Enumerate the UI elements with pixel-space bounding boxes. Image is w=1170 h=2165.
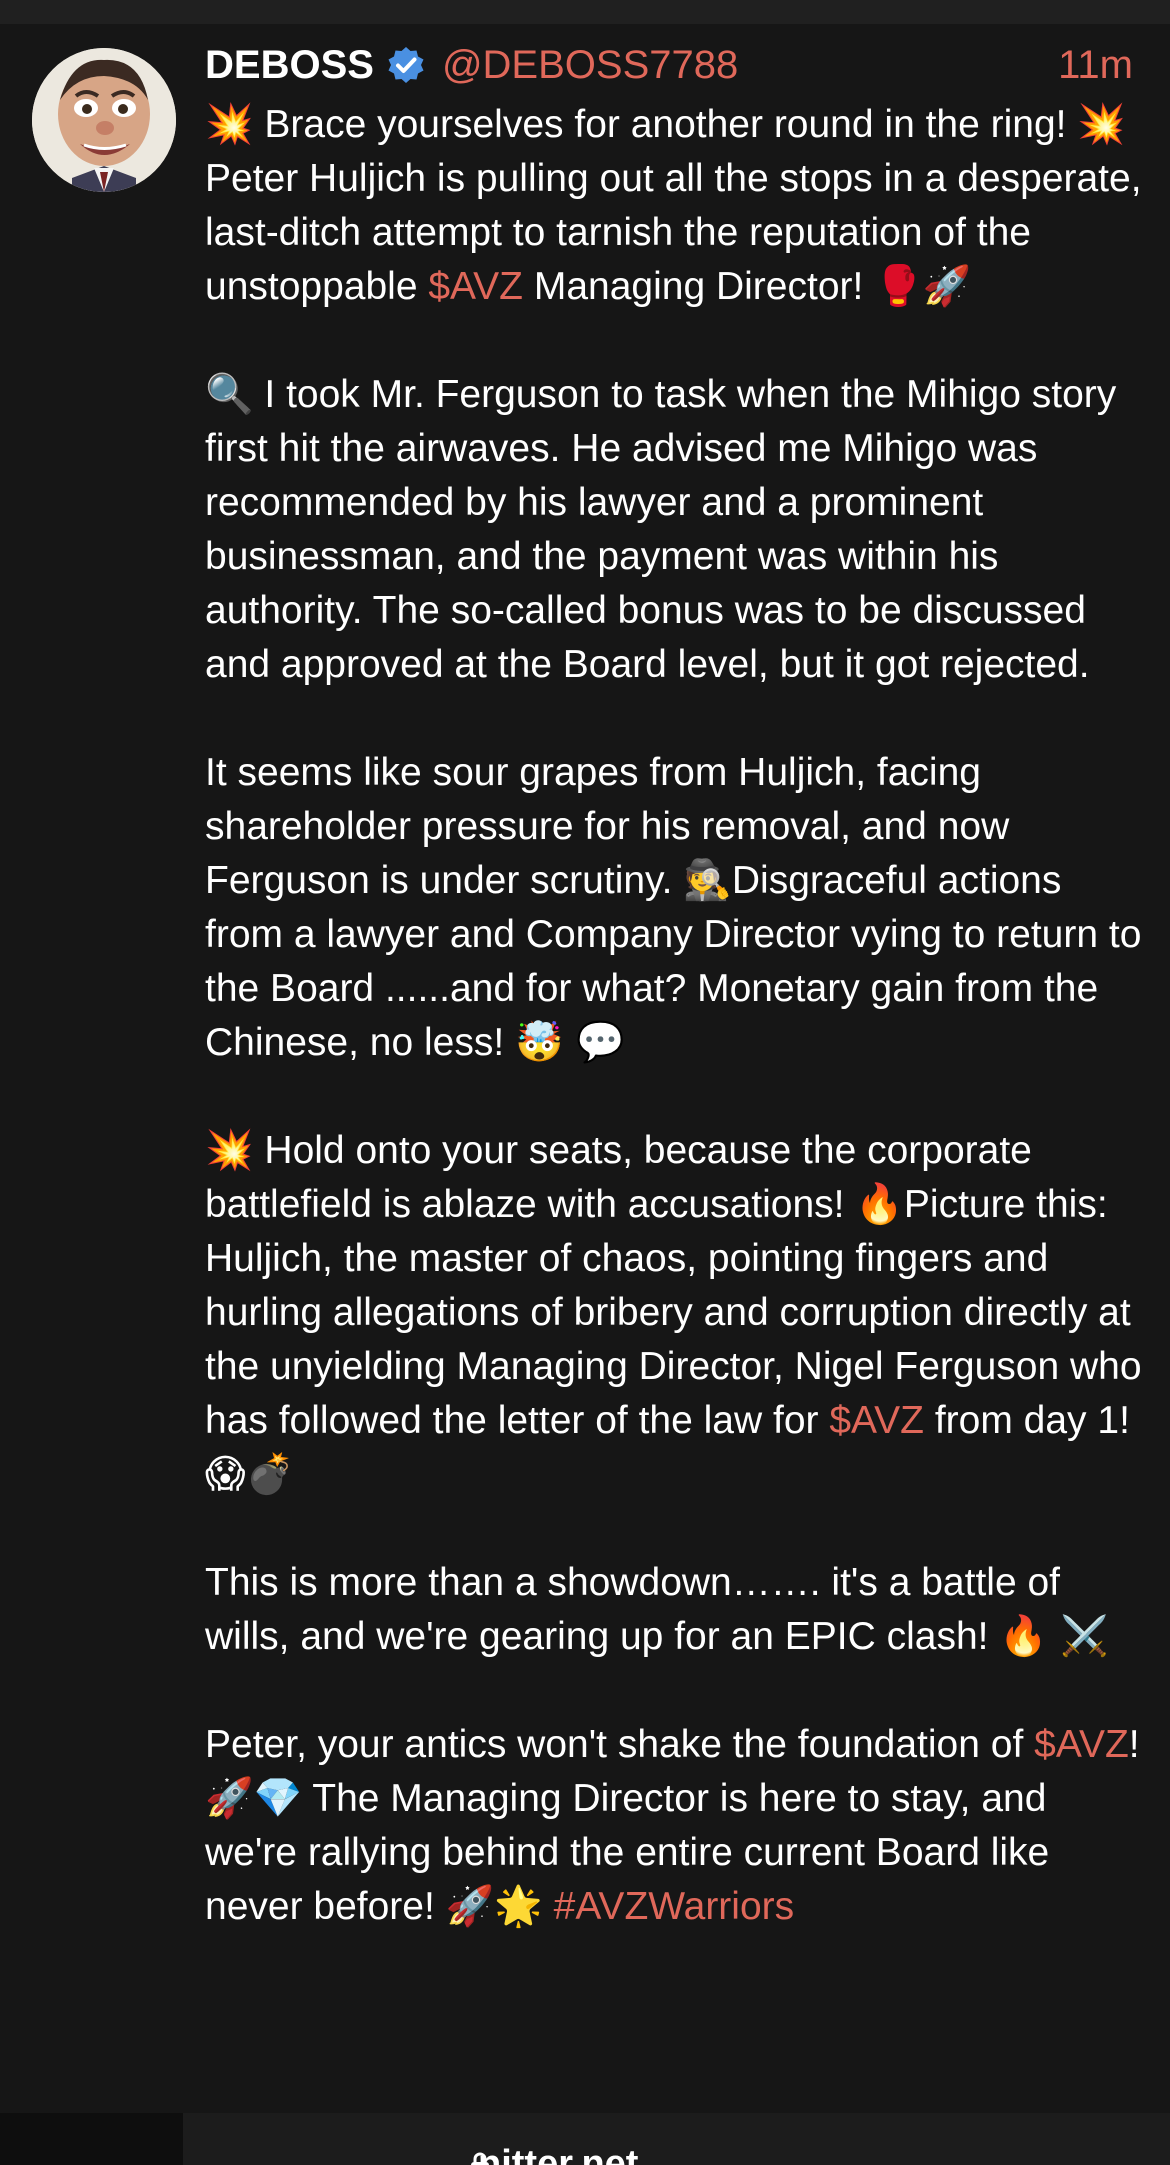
emoji-icon: 🔍	[205, 372, 254, 417]
text-segment: from day 1!	[924, 1399, 1130, 1442]
display-name[interactable]: DEBOSS	[205, 40, 374, 90]
emoji-icon: 💥	[1077, 102, 1126, 147]
emoji-icon: 🔥 ⚔️	[999, 1614, 1109, 1659]
tweet-paragraph: 💥 Hold onto your seats, because the corp…	[205, 1124, 1145, 1502]
site-url-label: nitter.net	[478, 2143, 639, 2165]
emoji-icon: 🤯 💬	[515, 1020, 625, 1065]
text-segment: This is more than a showdown……. it's a b…	[205, 1561, 1060, 1658]
text-segment: Brace yourselves for another round in th…	[253, 103, 1078, 146]
tweet-paragraph: This is more than a showdown……. it's a b…	[205, 1556, 1145, 1664]
text-segment: !	[1128, 1723, 1140, 1766]
tweet-paragraph: 🔍 I took Mr. Ferguson to task when the M…	[205, 368, 1145, 692]
text-segment: Peter, your antics won't shake the found…	[205, 1723, 1035, 1766]
hashtag-link[interactable]: #AVZWarriors	[554, 1885, 795, 1928]
user-handle[interactable]: @DEBOSS7788	[442, 40, 738, 90]
address-bar[interactable]: nitter.net	[183, 2113, 1170, 2165]
bottom-bar: nitter.net	[0, 2113, 1170, 2165]
tweet-paragraph: Peter, your antics won't shake the found…	[205, 1718, 1145, 1934]
caricature-avatar-image	[32, 48, 176, 192]
emoji-icon: 🕵️	[683, 858, 732, 903]
emoji-icon: 🥊🚀	[874, 264, 972, 309]
tweet-paragraph: 💥 Brace yourselves for another round in …	[205, 98, 1145, 314]
timestamp[interactable]: 11m	[1058, 40, 1145, 90]
emoji-icon: 🚀🌟	[445, 1884, 543, 1929]
avatar[interactable]	[32, 48, 176, 192]
cashtag-link[interactable]: $AVZ	[829, 1399, 924, 1442]
emoji-icon: 💥	[205, 1128, 254, 1173]
verified-badge-icon	[388, 47, 424, 83]
cashtag-link[interactable]: $AVZ	[428, 265, 523, 308]
emoji-icon: 💥	[205, 102, 254, 147]
text-segment: I took Mr. Ferguson to task when the Mih…	[205, 373, 1117, 686]
text-segment	[543, 1885, 554, 1928]
text-segment: Managing Director!	[523, 265, 875, 308]
tweet-header: DEBOSS @DEBOSS7788 11m	[205, 40, 1145, 90]
tweet-content: DEBOSS @DEBOSS7788 11m 💥 Brace yourselve…	[205, 40, 1145, 1934]
tweet-text: 💥 Brace yourselves for another round in …	[205, 98, 1145, 1934]
tweet-card: DEBOSS @DEBOSS7788 11m 💥 Brace yourselve…	[0, 24, 1170, 2113]
top-bar	[0, 0, 1170, 24]
emoji-icon: 🔥	[855, 1182, 904, 1227]
emoji-icon: 😱💣	[205, 1452, 295, 1497]
tweet-paragraph: It seems like sour grapes from Huljich, …	[205, 746, 1145, 1070]
cashtag-link[interactable]: $AVZ	[1034, 1723, 1129, 1766]
emoji-icon: 🚀💎	[205, 1776, 303, 1821]
